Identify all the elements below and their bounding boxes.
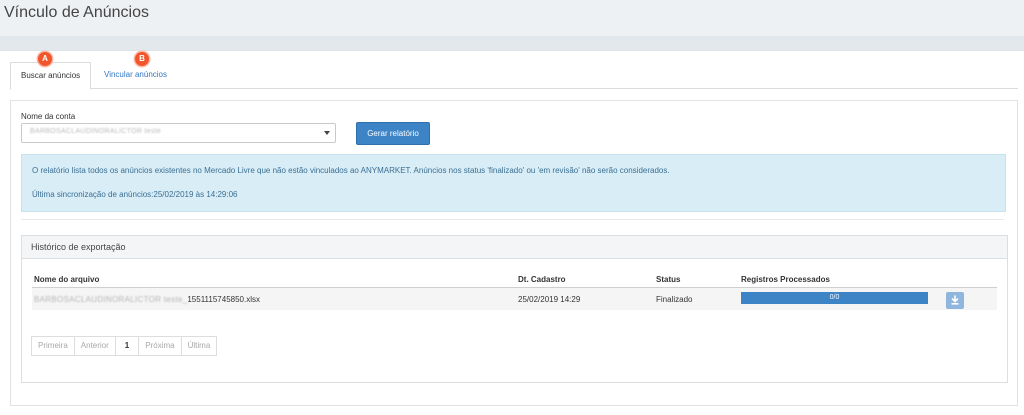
download-button[interactable] [946, 292, 964, 309]
date-cell: 25/02/2019 14:29 [518, 295, 581, 304]
tab-buscar-anuncios[interactable]: Buscar anúncios [10, 62, 92, 90]
pagination-next[interactable]: Próxima [138, 336, 182, 356]
file-name-cell: BARBOSACLAUDINORALICTOR teste_1551115745… [34, 295, 260, 304]
header-bar [0, 0, 1024, 36]
history-title: Histórico de exportação [31, 242, 126, 252]
history-header: Histórico de exportação [22, 236, 1007, 259]
progress-bar: 0/0 [741, 292, 928, 304]
pagination-current[interactable]: 1 [114, 336, 140, 356]
column-header-filename: Nome do arquivo [34, 275, 100, 284]
info-alert: O relatório lista todos os anúncios exis… [21, 154, 1006, 212]
chevron-down-icon [324, 131, 330, 135]
tab-bar: Buscar anúncios Vincular anúncios [10, 62, 1018, 90]
pagination: Primeira Anterior 1 Próxima Última [31, 336, 218, 356]
main-panel: Buscar anúncios Vincular anúncios A B No… [0, 50, 1024, 415]
pagination-last[interactable]: Última [180, 336, 218, 356]
column-header-processed: Registros Processados [741, 275, 830, 284]
account-label: Nome da conta [21, 112, 76, 121]
header-band [0, 36, 1024, 50]
page-title: Vínculo de Anúncios [4, 4, 149, 21]
status-cell: Finalizado [656, 295, 693, 304]
tab-b-badge: B [135, 52, 149, 66]
pagination-first[interactable]: Primeira [31, 336, 75, 356]
tab-vincular-anuncios[interactable]: Vincular anúncios [94, 62, 177, 88]
tab-a-badge: A [38, 52, 52, 66]
info-message: O relatório lista todos os anúncios exis… [32, 166, 670, 175]
column-header-status: Status [656, 275, 681, 284]
account-select[interactable]: BARBOSACLAUDINORALICTOR teste [21, 123, 336, 143]
last-sync-text: Última sincronização de anúncios:25/02/2… [32, 190, 238, 199]
pagination-prev[interactable]: Anterior [73, 336, 116, 356]
export-history-panel: Histórico de exportação Nome do arquivo … [21, 235, 1008, 383]
divider [21, 219, 1004, 220]
file-name-blurred: BARBOSACLAUDINORALICTOR teste_ [34, 295, 188, 304]
file-name-suffix: 1551115745850.xlsx [187, 295, 260, 304]
download-icon [951, 295, 959, 305]
generate-report-button[interactable]: Gerar relatório [356, 122, 430, 145]
search-content: Nome da conta BARBOSACLAUDINORALICTOR te… [10, 100, 1018, 406]
column-header-date: Dt. Cadastro [518, 275, 566, 284]
progress-label: 0/0 [829, 294, 840, 301]
account-select-value: BARBOSACLAUDINORALICTOR teste [30, 128, 162, 135]
